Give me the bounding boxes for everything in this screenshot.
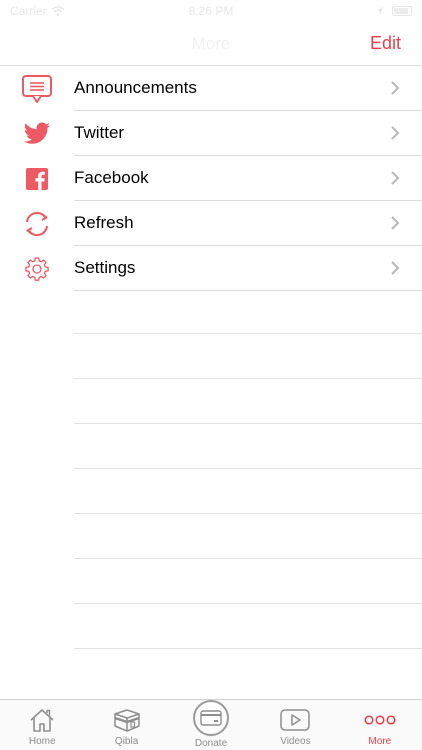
tab-bar: Home Qibla Donate Videos More xyxy=(0,699,422,750)
tab-label: Donate xyxy=(194,738,228,749)
tab-label: Qibla xyxy=(114,736,139,747)
clock: 8:26 PM xyxy=(188,4,234,18)
empty-row-separator xyxy=(74,424,422,469)
video-play-icon xyxy=(280,709,311,731)
refresh-icon xyxy=(26,211,48,236)
list-item-announcements[interactable]: Announcements xyxy=(0,66,422,111)
list-item-settings[interactable]: Settings xyxy=(0,246,422,291)
empty-table-area xyxy=(74,289,422,662)
page-title: More xyxy=(191,34,231,53)
empty-row-separator xyxy=(74,334,422,379)
list-item-refresh[interactable]: Refresh xyxy=(0,201,422,246)
facebook-icon xyxy=(26,167,48,190)
tab-home[interactable]: Home xyxy=(0,700,84,750)
empty-row-separator xyxy=(74,379,422,424)
announcements-icon xyxy=(22,74,52,103)
list-item-label: Twitter xyxy=(74,123,125,142)
empty-row-separator xyxy=(74,559,422,604)
chevron-right-icon xyxy=(391,171,400,185)
more-screen: Carrier 8:26 PM More Edit Announcements … xyxy=(0,0,422,750)
list-item-twitter[interactable]: Twitter xyxy=(0,111,422,156)
battery-icon xyxy=(392,6,412,16)
list-item-label: Refresh xyxy=(74,213,134,232)
tab-more[interactable]: More xyxy=(338,700,422,750)
list-item-label: Settings xyxy=(74,258,136,277)
list-item-label: Announcements xyxy=(74,78,197,97)
chevron-right-icon xyxy=(391,126,400,140)
list-item-label: Facebook xyxy=(74,168,149,187)
navigation-bar: More Edit xyxy=(0,22,422,66)
card-icon xyxy=(200,710,222,726)
tab-videos[interactable]: Videos xyxy=(253,700,337,750)
tab-label: Home xyxy=(28,736,56,747)
edit-button[interactable]: Edit xyxy=(370,33,401,54)
empty-row-separator xyxy=(74,649,422,662)
kaaba-icon xyxy=(113,709,140,732)
list-item-facebook[interactable]: Facebook xyxy=(0,156,422,201)
tab-donate[interactable]: Donate xyxy=(169,700,253,750)
chevron-right-icon xyxy=(391,216,400,230)
tab-label: More xyxy=(368,736,392,747)
empty-row-separator xyxy=(74,469,422,514)
tab-label: Videos xyxy=(280,736,311,747)
empty-row-separator xyxy=(74,514,422,559)
donate-circle xyxy=(193,700,230,736)
empty-row-separator xyxy=(74,289,422,334)
home-icon xyxy=(30,709,54,732)
more-list: Announcements Twitter Facebook Refresh S… xyxy=(0,66,422,291)
settings-gear-icon xyxy=(25,256,49,281)
chevron-right-icon xyxy=(391,81,400,95)
empty-row-separator xyxy=(74,604,422,649)
status-bar: Carrier 8:26 PM xyxy=(0,0,422,22)
tab-qibla[interactable]: Qibla xyxy=(84,700,168,750)
twitter-icon xyxy=(23,122,50,144)
chevron-right-icon xyxy=(391,261,400,275)
more-dots-icon xyxy=(364,715,396,725)
